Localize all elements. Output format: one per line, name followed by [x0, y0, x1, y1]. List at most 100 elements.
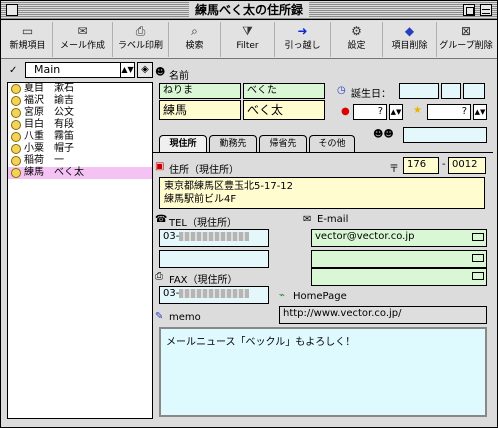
- memo-field[interactable]: メールニュース「ベックル」もよろしく！: [159, 327, 487, 417]
- search-icon: ⌕: [191, 24, 198, 38]
- birthday-year-field[interactable]: [399, 83, 439, 99]
- group-delete-button[interactable]: ⊠ グループ削除: [437, 22, 495, 57]
- chevron-down-icon: ▲▼: [120, 63, 134, 77]
- birthday-month-field[interactable]: [441, 83, 461, 99]
- email1-field[interactable]: vector@vector.co.jp: [311, 229, 487, 247]
- settings-button[interactable]: ⚙ 設定: [331, 22, 383, 57]
- settings-icon: ⚙: [351, 24, 362, 38]
- list-item[interactable]: 夏目 漱石: [8, 83, 152, 95]
- check-icon[interactable]: ✓: [9, 65, 17, 76]
- arrow-right-icon: ➜: [297, 24, 308, 38]
- eraser-icon: ◆: [404, 24, 415, 38]
- group-settings-icon[interactable]: ◈: [137, 62, 153, 78]
- mail-send-icon[interactable]: [472, 254, 484, 262]
- rank1-stepper[interactable]: ▲▼: [389, 104, 403, 120]
- star-icon: ★: [413, 105, 422, 116]
- heart-icon: ●: [341, 106, 350, 117]
- fax-field[interactable]: 03-: [159, 286, 269, 304]
- face-icon: [11, 132, 21, 142]
- email3-field[interactable]: [311, 268, 487, 286]
- globe-icon: ⌁: [279, 290, 286, 301]
- tel-field[interactable]: 03-: [159, 229, 269, 247]
- list-item[interactable]: 福沢 諭吉: [8, 95, 152, 107]
- tab-home[interactable]: 現住所: [159, 135, 207, 153]
- new-card-icon: ▭: [21, 24, 34, 38]
- close-box[interactable]: [6, 4, 18, 16]
- address-label: 住所（現住所）: [169, 165, 239, 176]
- tel-label: TEL（現住所）: [169, 218, 237, 229]
- phone-icon: ☎: [155, 214, 168, 225]
- first-name-field[interactable]: べく太: [243, 100, 325, 120]
- memo-label: memo: [169, 312, 201, 323]
- tab-work[interactable]: 勤務先: [209, 135, 257, 152]
- face-icon: [11, 168, 21, 178]
- fax-label: FAX（現住所）: [169, 275, 238, 286]
- postal-mark: 〒: [389, 164, 399, 175]
- last-name-field[interactable]: 練馬: [159, 100, 241, 120]
- tab-other[interactable]: その他: [309, 135, 355, 152]
- mail-send-icon[interactable]: [472, 272, 484, 280]
- mail-send-icon[interactable]: [472, 233, 484, 241]
- window-title: 練馬べく太の住所録: [188, 2, 310, 18]
- kana-last-field[interactable]: ねりま: [159, 83, 241, 99]
- list-item[interactable]: 八重 霧笛: [8, 131, 152, 143]
- name-label: 名前: [169, 71, 189, 82]
- group-delete-icon: ⊠: [460, 24, 472, 38]
- pencil-icon: ✎: [155, 311, 164, 322]
- postal-dash: -: [442, 159, 446, 170]
- email-icon: ✉: [303, 214, 312, 225]
- address-field[interactable]: 東京都練馬区豊玉北5-17-12 練馬駅前ビル4F: [159, 177, 485, 209]
- fax-icon: ⎙: [155, 271, 163, 282]
- birthday-day-field[interactable]: [463, 83, 485, 99]
- printer-icon: ⎙: [135, 24, 146, 38]
- address-tabs: 現住所 勤務先 帰省先 その他: [159, 135, 489, 153]
- face-icon: [11, 156, 21, 166]
- list-item[interactable]: 稲荷一: [8, 155, 152, 167]
- move-button[interactable]: ➜ 引っ越し: [275, 22, 331, 57]
- list-item[interactable]: 目白 有段: [8, 119, 152, 131]
- face-icon: [11, 84, 21, 94]
- filter-button[interactable]: ⧩ Filter: [221, 22, 275, 57]
- home-icon: ▣: [155, 161, 165, 172]
- redacted-number: [179, 231, 250, 241]
- face-icon: [11, 120, 21, 130]
- title-bar[interactable]: 練馬べく太の住所録: [1, 1, 497, 20]
- detail-pane: ☻ 名前 ねりま べくた 練馬 べく太 ◷ 誕生日： ● ? ▲▼ ★ ? ▲▼…: [153, 61, 493, 419]
- contact-pane: ✓ Main ▲▼ ◈ 夏目 漱石 福沢 諭吉 宮原 公文 目白 有段 八重 霧笛 小粟 帽子…: [7, 61, 153, 419]
- postal-code-second-field[interactable]: 0012: [448, 157, 486, 174]
- email2-field[interactable]: [311, 250, 487, 268]
- rank2-field[interactable]: ?: [427, 104, 471, 120]
- contact-list[interactable]: 夏目 漱石 福沢 諭吉 宮原 公文 目白 有段 八重 霧笛 小粟 帽子 稲荷一 練馬 べく太: [7, 82, 153, 419]
- search-button[interactable]: ⌕ 検索: [169, 22, 221, 57]
- list-item-selected[interactable]: 練馬 べく太: [8, 167, 152, 179]
- address-book-window: 練馬べく太の住所録 ▭ 新規項目 ✉ メール作成 ⎙ ラベル印刷 ⌕ 検索 ⧩ Filte…: [0, 0, 498, 428]
- rank1-field[interactable]: ?: [353, 104, 387, 120]
- mail-icon: ✉: [77, 24, 88, 38]
- redacted-number: [179, 288, 250, 298]
- birthday-label: 誕生日：: [351, 89, 391, 100]
- homepage-field[interactable]: http://www.vector.co.jp/: [279, 306, 487, 324]
- list-item[interactable]: 宮原 公文: [8, 107, 152, 119]
- tel2-field[interactable]: [159, 250, 269, 268]
- name-face-icon: ☻: [155, 67, 166, 78]
- new-item-button[interactable]: ▭ 新規項目: [3, 22, 53, 57]
- collapse-box[interactable]: [480, 4, 492, 16]
- kana-first-field[interactable]: べくた: [243, 83, 325, 99]
- delete-item-button[interactable]: ◆ 項目削除: [383, 22, 437, 57]
- face-icon: [11, 96, 21, 106]
- postal-code-first-field[interactable]: 176: [403, 157, 439, 174]
- birthday-icon: ◷: [337, 85, 346, 96]
- homepage-label: HomePage: [293, 291, 347, 302]
- label-print-button[interactable]: ⎙ ラベル印刷: [113, 22, 169, 57]
- face-icon: [11, 144, 21, 154]
- toolbar: ▭ 新規項目 ✉ メール作成 ⎙ ラベル印刷 ⌕ 検索 ⧩ Filter ➜ 引っ越し ⚙ 設…: [1, 21, 497, 59]
- face-icon: [11, 108, 21, 118]
- filter-icon: ⧩: [242, 24, 253, 38]
- group-select[interactable]: Main ▲▼: [25, 62, 135, 78]
- group-bar: ✓ Main ▲▼ ◈: [7, 61, 153, 79]
- rank2-stepper[interactable]: ▲▼: [473, 104, 487, 120]
- zoom-box[interactable]: [463, 4, 475, 16]
- compose-mail-button[interactable]: ✉ メール作成: [53, 22, 113, 57]
- tab-hometown[interactable]: 帰省先: [259, 135, 307, 152]
- list-item[interactable]: 小粟 帽子: [8, 143, 152, 155]
